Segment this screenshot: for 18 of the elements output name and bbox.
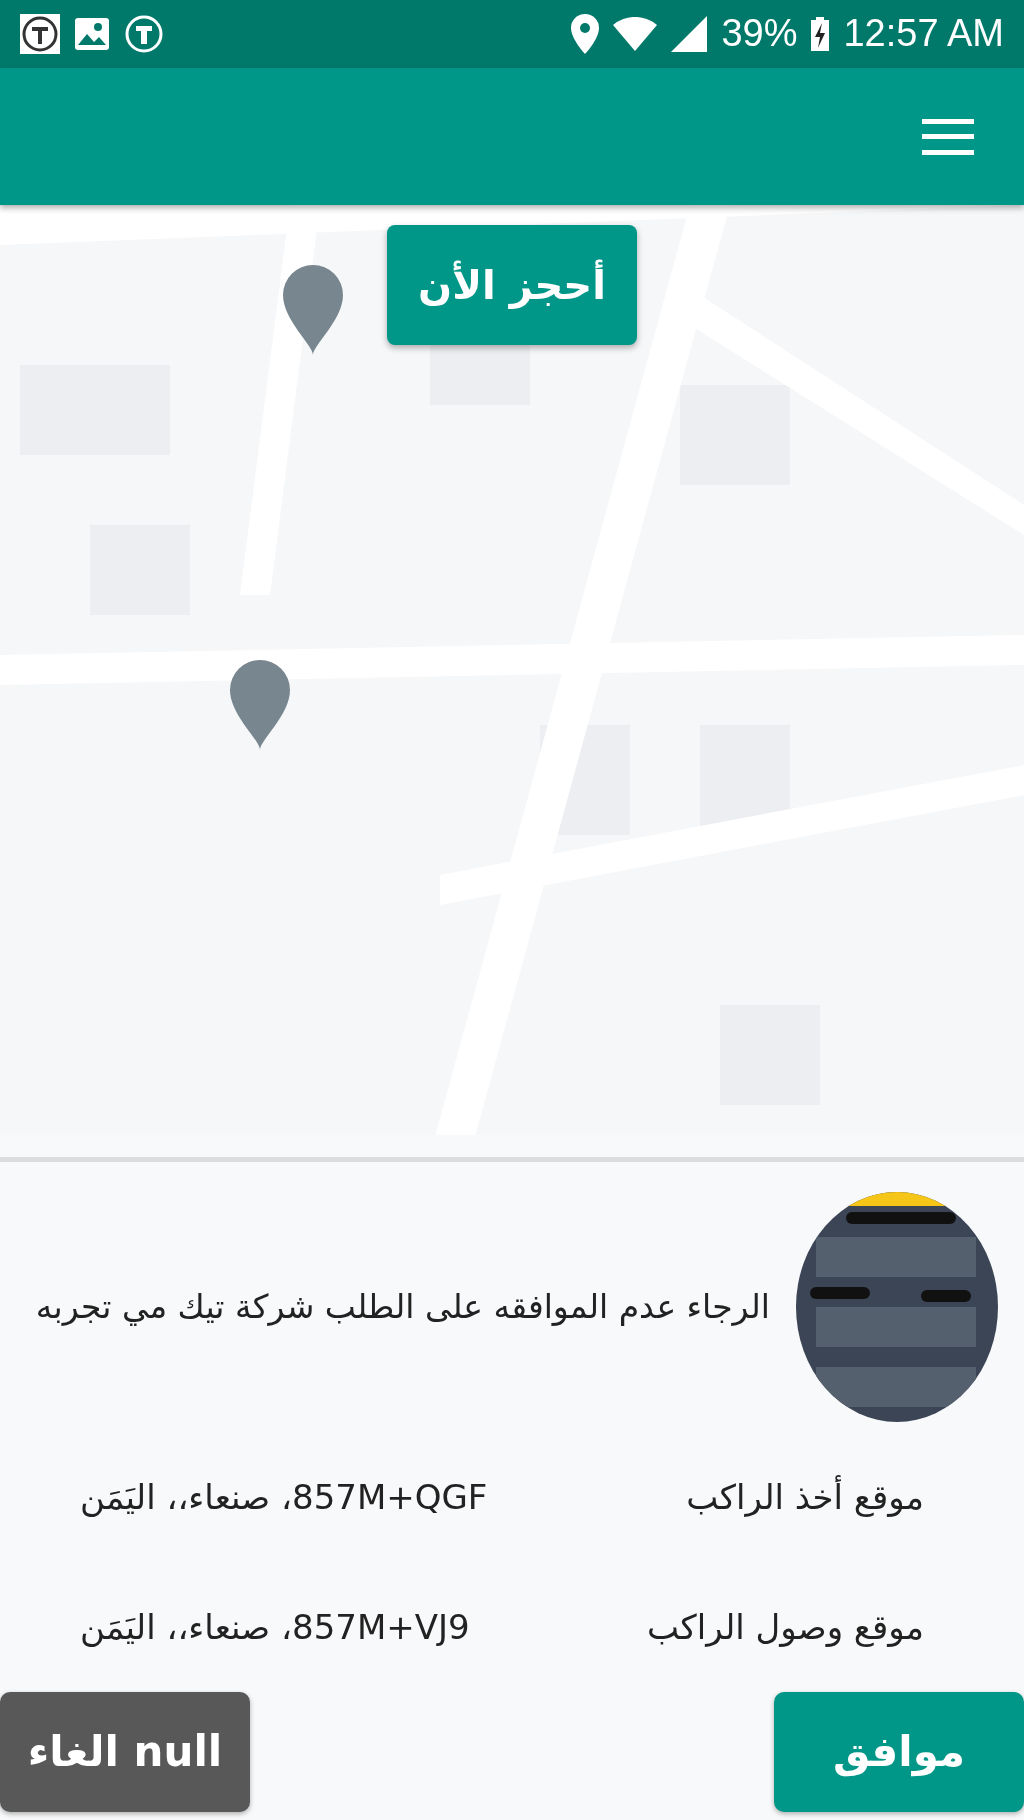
clock: 12:57 AM	[843, 12, 1004, 56]
location-icon	[571, 13, 600, 54]
location-label: موقع أخذ الراكب	[686, 1477, 924, 1517]
confirm-button[interactable]: موافق	[774, 1692, 1024, 1812]
app-logo-icon	[20, 13, 60, 54]
menu-icon[interactable]	[922, 118, 974, 155]
signal-icon	[671, 15, 708, 52]
request-message: الرجاء عدم الموافقه على الطلب شركة تيك مي تجربه	[35, 1287, 770, 1327]
battery-charging-icon	[811, 16, 830, 51]
image-icon	[74, 16, 110, 51]
location-value: 857M+QGF، صنعاء،، اليَمَن	[80, 1477, 488, 1517]
cancel-button[interactable]: الغاء null	[0, 1692, 250, 1812]
app-logo-icon	[124, 13, 164, 54]
location-label: موقع وصول الراكب	[647, 1607, 924, 1647]
location-value: 857M+VJ9، صنعاء،، اليَمَن	[80, 1607, 470, 1647]
wifi-icon	[613, 16, 658, 51]
book-now-button[interactable]: أحجز الأن	[387, 225, 637, 346]
battery-percentage: 39%	[721, 12, 798, 56]
